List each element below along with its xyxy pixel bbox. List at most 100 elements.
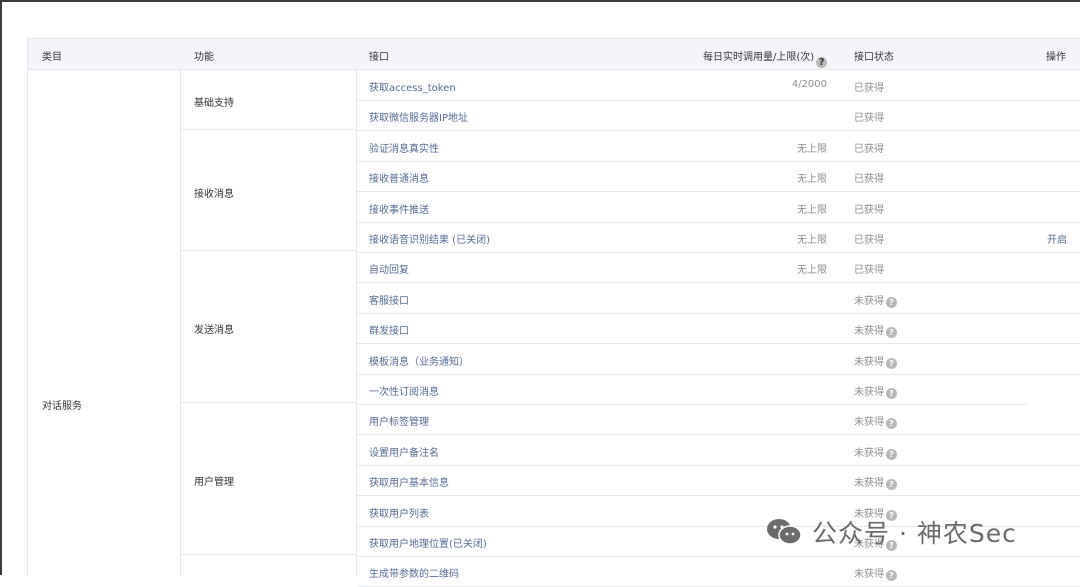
status-label: 未获得 — [854, 478, 884, 490]
question-circle-icon[interactable]: ? — [886, 296, 897, 308]
status-text: 已获得 — [854, 170, 884, 185]
status-text: 未获得? — [854, 292, 897, 308]
interface-name-link[interactable]: 一次性订阅消息 — [369, 383, 439, 398]
group-divider — [181, 250, 357, 251]
question-circle-icon[interactable]: ? — [886, 570, 897, 582]
interface-name-link[interactable]: 模板消息（业务通知） — [369, 353, 469, 368]
table-header: 类目 功能 接口 每日实时调用量/上限(次)? 接口状态 操作 — [28, 39, 1080, 70]
header-interface: 接口 — [369, 52, 389, 63]
group-divider — [181, 402, 357, 403]
status-label: 未获得 — [854, 295, 884, 307]
interface-permission-table: 类目 功能 接口 每日实时调用量/上限(次)? 接口状态 操作 对话服务 基础支… — [27, 38, 1080, 587]
status-text: 已获得 — [854, 79, 884, 94]
interface-name-link[interactable]: 获取用户列表 — [369, 505, 429, 520]
interface-name-link[interactable]: 获取用户地理位置(已关闭) — [369, 535, 487, 550]
table-row: 客服接口 未获得? — [357, 283, 1080, 314]
question-circle-icon[interactable]: ? — [886, 479, 897, 491]
status-text: 未获得? — [854, 413, 897, 430]
interface-name-link[interactable]: 自动回复 — [369, 261, 409, 276]
table-row: 接收普通消息 无上限 已获得 — [357, 161, 1080, 193]
quota-value: 无上限 — [797, 235, 827, 246]
status-label: 已获得 — [854, 143, 884, 155]
interface-name-link[interactable]: 接收语音识别结果 (已关闭) — [369, 231, 490, 246]
status-text: 未获得? — [854, 383, 897, 399]
status-text: 已获得 — [854, 140, 884, 155]
status-label: 未获得 — [854, 417, 884, 429]
status-label: 未获得 — [854, 447, 884, 459]
interface-name-link[interactable]: 获取用户基本信息 — [369, 474, 449, 489]
feature-send-message: 发送消息 — [194, 325, 234, 336]
question-circle-icon[interactable]: ? — [886, 327, 897, 339]
table-row: 模板消息（业务通知） 未获得? — [357, 344, 1080, 375]
quota-value: 4/2000 — [791, 79, 827, 90]
quota-value: 无上限 — [797, 143, 827, 155]
status-text: 未获得? — [854, 565, 897, 582]
header-status: 接口状态 — [854, 52, 894, 63]
window-top-border — [0, 0, 1080, 2]
status-label: 未获得 — [854, 326, 884, 338]
interface-name-link[interactable]: 设置用户备注名 — [369, 444, 439, 459]
status-label: 已获得 — [854, 265, 884, 277]
quota-value: 无上限 — [797, 174, 827, 186]
status-label: 已获得 — [854, 204, 884, 216]
table-row: 获取用户基本信息 未获得? — [357, 465, 1080, 497]
interface-name-link[interactable]: 获取access_token — [369, 79, 456, 94]
table-row: 自动回复 无上限 已获得 — [357, 252, 1080, 284]
table-row: 用户标签管理 未获得? — [357, 404, 1080, 436]
question-circle-icon[interactable]: ? — [886, 448, 897, 460]
status-label: 已获得 — [854, 83, 884, 94]
header-category: 类目 — [42, 52, 62, 63]
status-label: 已获得 — [854, 113, 884, 125]
interface-name-link[interactable]: 用户标签管理 — [369, 413, 429, 428]
question-circle-icon[interactable]: ? — [886, 357, 897, 369]
wechat-logo-icon — [767, 519, 802, 545]
table-row: 群发接口 未获得? — [357, 313, 1080, 345]
question-circle-icon[interactable]: ? — [886, 418, 897, 430]
status-label: 未获得 — [854, 356, 884, 368]
group-divider — [181, 129, 357, 130]
status-text: 未获得? — [854, 444, 897, 460]
status-text: 已获得 — [854, 201, 884, 216]
interface-name-link[interactable]: 客服接口 — [369, 292, 409, 307]
question-circle-icon[interactable]: ? — [886, 388, 897, 399]
interface-name-link[interactable]: 群发接口 — [369, 322, 409, 337]
table-row: 获取access_token 4/2000 已获得 — [357, 70, 1080, 101]
category-divider — [180, 70, 181, 576]
header-quota-label: 每日实时调用量/上限(次) — [703, 52, 815, 63]
table-row: 一次性订阅消息 未获得? — [357, 374, 1027, 405]
status-text: 未获得? — [854, 353, 897, 369]
status-text: 已获得 — [854, 261, 884, 276]
interface-name-link[interactable]: 接收事件推送 — [369, 201, 429, 216]
table-row: 获取微信服务器IP地址 已获得 — [357, 100, 1080, 132]
window-left-border — [0, 0, 2, 575]
header-quota: 每日实时调用量/上限(次)? — [703, 48, 828, 68]
table-row: 接收事件推送 无上限 已获得 — [357, 192, 1080, 223]
enable-button[interactable]: 开启 — [1047, 231, 1067, 246]
question-circle-icon[interactable]: ? — [816, 57, 828, 68]
status-text: 已获得 — [854, 231, 884, 246]
category-label: 对话服务 — [42, 401, 82, 412]
feature-receive-message: 接收消息 — [194, 189, 234, 200]
interface-name-link[interactable]: 接收普通消息 — [369, 170, 429, 185]
status-label: 未获得 — [854, 387, 884, 398]
status-label: 已获得 — [854, 235, 884, 246]
table-row: 设置用户备注名 未获得? — [357, 435, 1080, 466]
table-row: 验证消息真实性 无上限 已获得 — [357, 131, 1080, 162]
interface-name-link[interactable]: 验证消息真实性 — [369, 140, 439, 155]
header-action: 操作 — [1046, 52, 1066, 63]
watermark: 公众号 · 神农Sec — [766, 514, 1017, 550]
feature-user-management: 用户管理 — [194, 477, 234, 488]
quota-value: 无上限 — [797, 265, 827, 277]
status-text: 已获得 — [854, 109, 884, 124]
status-text: 未获得? — [854, 322, 897, 339]
quota-value: 无上限 — [797, 204, 827, 216]
watermark-text: 公众号 · 神农Sec — [812, 519, 1017, 548]
status-label: 已获得 — [854, 174, 884, 186]
table-row: 生成带参数的二维码 未获得? — [357, 556, 1080, 587]
interface-name-link[interactable]: 生成带参数的二维码 — [369, 565, 459, 580]
feature-basic-support: 基础支持 — [194, 98, 234, 109]
interface-name-link[interactable]: 获取微信服务器IP地址 — [369, 109, 468, 124]
group-divider — [181, 554, 357, 555]
status-text: 未获得? — [854, 474, 897, 491]
table-row: 接收语音识别结果 (已关闭) 无上限 已获得 开启 — [357, 222, 1080, 253]
